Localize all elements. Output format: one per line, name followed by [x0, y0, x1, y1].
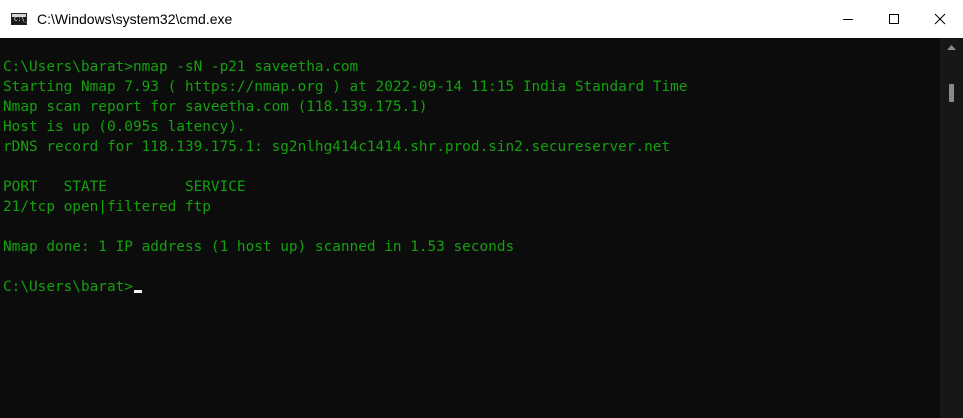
terminal-line: 21/tcp open|filtered ftp [3, 199, 211, 215]
scroll-up-button[interactable] [940, 38, 963, 58]
title-bar[interactable]: C:\_ C:\Windows\system32\cmd.exe [0, 0, 963, 38]
terminal-line: Host is up (0.095s latency). [3, 119, 246, 135]
terminal-output[interactable]: C:\Users\barat>nmap -sN -p21 saveetha.co… [0, 38, 940, 418]
text-cursor [133, 290, 142, 293]
prompt-text: C:\Users\barat> [3, 279, 133, 295]
minimize-icon [843, 19, 853, 20]
minimize-button[interactable] [825, 0, 871, 38]
terminal-line: Nmap scan report for saveetha.com (118.1… [3, 99, 428, 115]
window-controls [825, 0, 963, 38]
window-title: C:\Windows\system32\cmd.exe [37, 11, 233, 27]
vertical-scrollbar[interactable] [940, 38, 963, 418]
terminal-line: C:\Users\barat>nmap -sN -p21 saveetha.co… [3, 59, 359, 75]
terminal-line: PORT STATE SERVICE [3, 179, 246, 195]
scroll-up-arrow-icon [947, 45, 956, 50]
prompt-line[interactable]: C:\Users\barat> [3, 277, 142, 297]
maximize-icon [889, 14, 899, 24]
close-icon [934, 13, 946, 25]
cmd-icon[interactable]: C:\_ [11, 13, 28, 25]
terminal-line: Nmap done: 1 IP address (1 host up) scan… [3, 239, 515, 255]
scroll-thumb[interactable] [949, 84, 954, 102]
cmd-window: C:\_ C:\Windows\system32\cmd.exe C:\User… [0, 0, 963, 418]
terminal-line: Starting Nmap 7.93 ( https://nmap.org ) … [3, 79, 688, 95]
maximize-button[interactable] [871, 0, 917, 38]
terminal-line: rDNS record for 118.139.175.1: sg2nlhg41… [3, 139, 671, 155]
close-button[interactable] [917, 0, 963, 38]
